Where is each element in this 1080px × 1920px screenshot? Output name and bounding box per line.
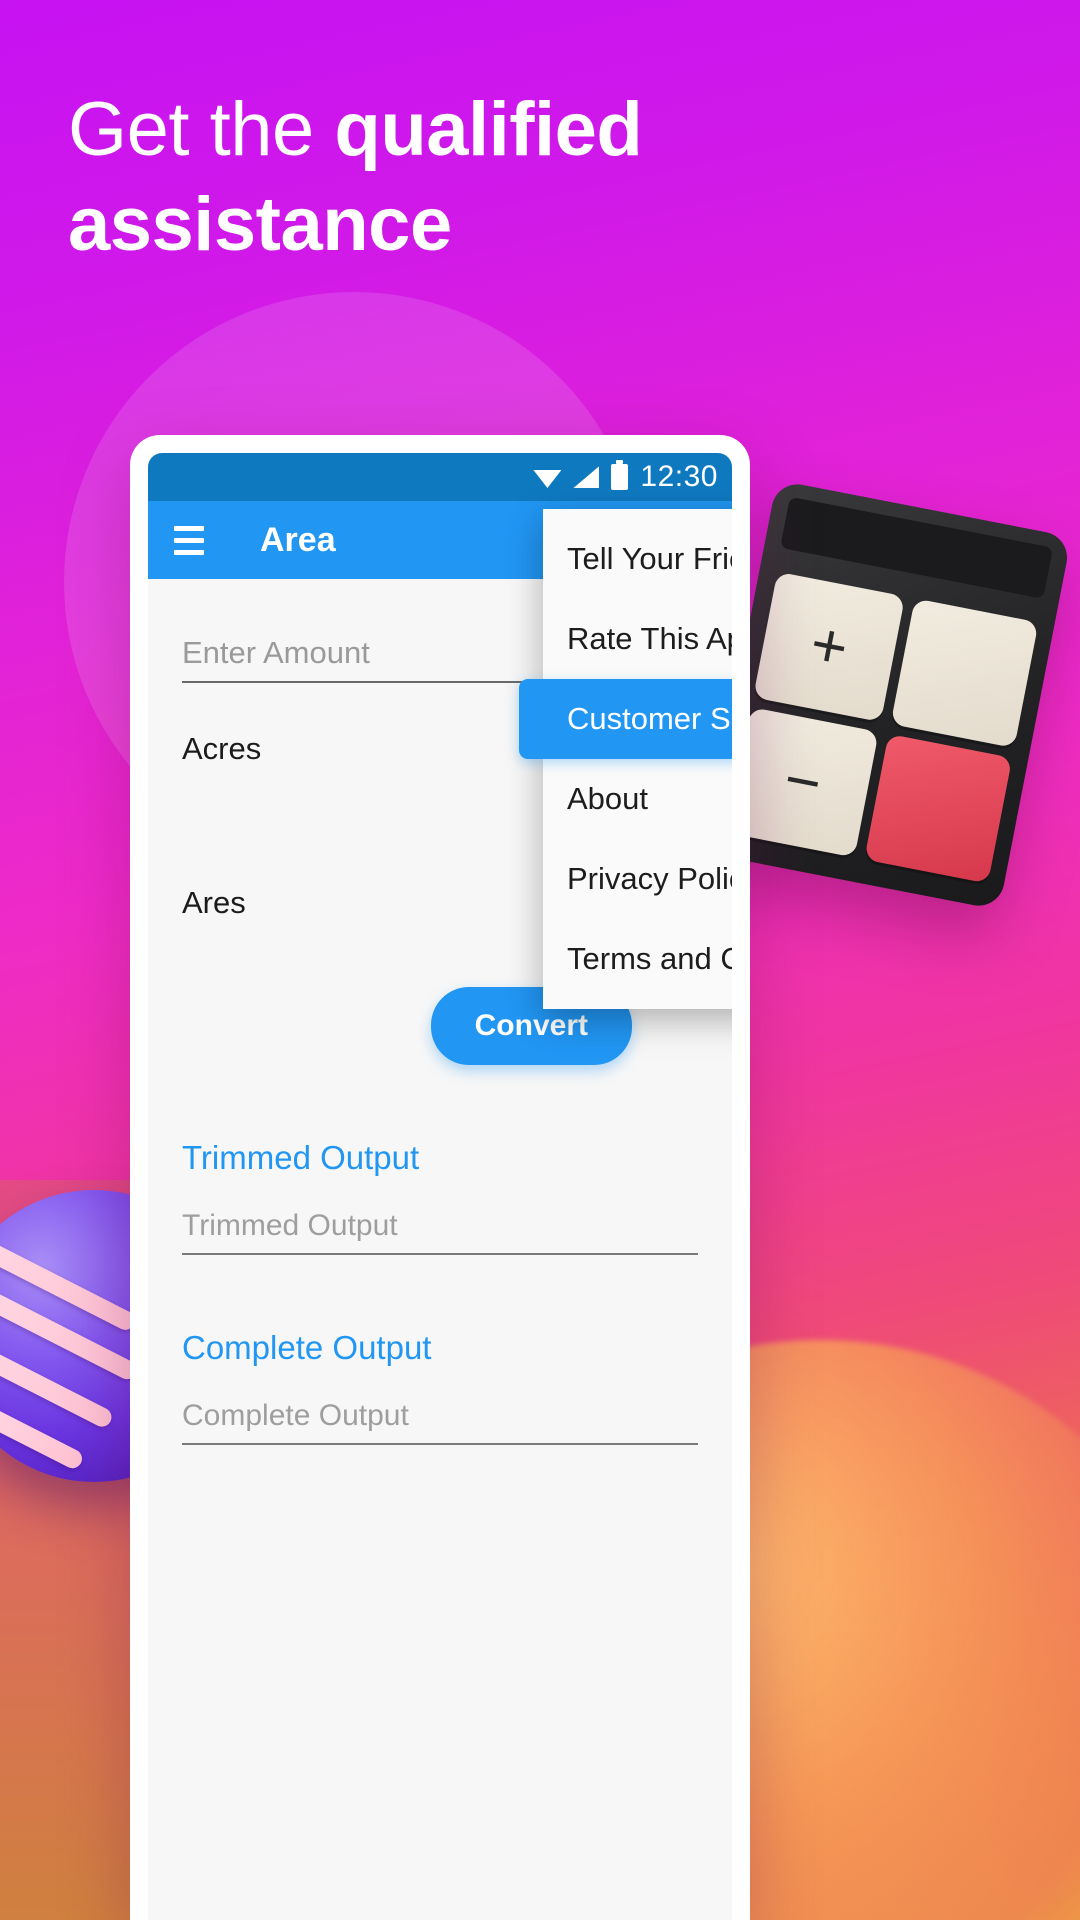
plus-icon: + bbox=[804, 609, 854, 684]
to-unit-value: Ares bbox=[182, 885, 246, 920]
plus-key: + bbox=[753, 571, 906, 723]
hamburger-line bbox=[174, 525, 204, 531]
page-title: Area bbox=[260, 520, 336, 559]
battery-icon bbox=[611, 460, 629, 490]
status-bar-clock: 12:30 bbox=[640, 460, 718, 493]
menu-item-customer-support[interactable]: Customer Support bbox=[519, 679, 732, 759]
menu-item-about[interactable]: About bbox=[543, 759, 732, 839]
headline-light-part: Get the bbox=[68, 87, 335, 172]
menu-item-privacy-policy[interactable]: Privacy Policy bbox=[543, 839, 732, 919]
complete-output-placeholder: Complete Output bbox=[182, 1399, 409, 1432]
hamburger-line bbox=[174, 549, 204, 555]
overflow-menu: Tell Your Friends Rate This App Customer… bbox=[519, 509, 732, 1009]
phone-mockup: 12:30 Area Enter Amount Acres Ares Conve… bbox=[130, 435, 750, 1920]
status-bar: 12:30 bbox=[148, 453, 732, 501]
hamburger-line bbox=[174, 537, 204, 543]
menu-item-tell-your-friends[interactable]: Tell Your Friends bbox=[543, 519, 732, 599]
complete-output-label: Complete Output bbox=[182, 1329, 432, 1366]
complete-output-field[interactable]: Complete Output bbox=[182, 1399, 698, 1445]
promo-headline: Get the qualified assistance bbox=[68, 82, 828, 272]
menu-item-terms-and-conditions[interactable]: Terms and Conditions bbox=[543, 919, 732, 999]
trimmed-output-placeholder: Trimmed Output bbox=[182, 1209, 398, 1242]
trimmed-output-field[interactable]: Trimmed Output bbox=[182, 1209, 698, 1255]
calculator-key-blank-1 bbox=[890, 598, 1039, 749]
hamburger-menu-icon[interactable] bbox=[174, 525, 204, 555]
trimmed-output-label: Trimmed Output bbox=[182, 1139, 420, 1176]
menu-item-rate-this-app[interactable]: Rate This App bbox=[543, 599, 732, 679]
signal-icon bbox=[573, 466, 600, 488]
from-unit-value: Acres bbox=[182, 731, 262, 766]
wifi-icon bbox=[533, 469, 562, 488]
calculator-key-blank-2 bbox=[864, 733, 1013, 884]
phone-screen: 12:30 Area Enter Amount Acres Ares Conve… bbox=[148, 453, 732, 1920]
